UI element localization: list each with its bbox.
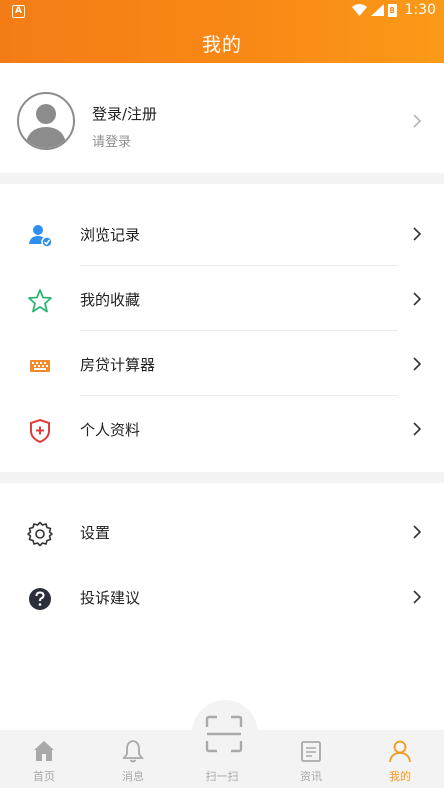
battery-icon: 8: [387, 3, 397, 17]
status-badge: A: [12, 5, 25, 18]
avatar-placeholder-icon: [25, 104, 67, 148]
bell-icon: [122, 740, 144, 763]
tab-scan[interactable]: 扫一扫: [178, 715, 266, 788]
avatar[interactable]: [17, 92, 75, 150]
chevron-right-icon: [413, 590, 422, 604]
chevron-right-icon: [413, 422, 422, 436]
header-bar: A 8 1:30 我的: [0, 0, 444, 63]
star-icon: [28, 289, 52, 313]
menu-item-label: 我的收藏: [80, 291, 141, 309]
user-icon: [389, 740, 411, 763]
tab-label: 首页: [33, 770, 55, 783]
menu-item-history[interactable]: 浏览记录: [0, 202, 444, 266]
section-divider: [0, 173, 444, 184]
calculator-icon: [30, 360, 50, 372]
menu-item-label: 房贷计算器: [80, 356, 156, 374]
tab-label: 我的: [389, 770, 411, 783]
status-bar: A 8 1:30: [0, 0, 444, 24]
chevron-right-icon: [413, 227, 422, 241]
login-subtitle: 请登录: [92, 135, 132, 150]
tab-label: 消息: [122, 770, 144, 783]
login-title: 登录/注册: [92, 105, 158, 123]
tab-bar: 首页 消息 扫一扫 资讯 我的: [0, 715, 444, 788]
menu-item-mortgage-calculator[interactable]: 房贷计算器: [0, 332, 444, 396]
menu-item-profile[interactable]: 个人资料: [0, 397, 444, 461]
menu-item-label: 设置: [80, 524, 111, 542]
history-user-icon: [29, 225, 53, 248]
page-title: 我的: [201, 34, 242, 56]
chevron-right-icon: [413, 357, 422, 371]
tab-label: 资讯: [300, 770, 322, 783]
news-icon: [301, 741, 321, 762]
status-icons: 8 1:30: [351, 2, 436, 18]
tab-mine[interactable]: 我的: [356, 730, 444, 788]
gear-icon: [27, 521, 53, 547]
menu-item-feedback[interactable]: 投诉建议: [0, 565, 444, 629]
divider: [80, 395, 398, 396]
signal-icon: [370, 4, 384, 16]
battery-level: 8: [389, 5, 395, 15]
tab-home[interactable]: 首页: [0, 730, 88, 788]
menu-item-label: 投诉建议: [80, 589, 141, 607]
chevron-right-icon: [413, 292, 422, 306]
menu-item-label: 个人资料: [80, 421, 141, 439]
chevron-right-icon: [413, 114, 422, 128]
scan-icon: [205, 715, 243, 753]
wifi-icon: [351, 4, 367, 16]
divider: [80, 265, 398, 266]
menu-item-favorites[interactable]: 我的收藏: [0, 267, 444, 331]
tab-label: 扫一扫: [205, 770, 239, 783]
status-time: 1:30: [404, 2, 436, 18]
menu-item-label: 浏览记录: [80, 226, 141, 244]
tab-news[interactable]: 资讯: [267, 730, 355, 788]
home-icon: [34, 741, 54, 761]
section-divider: [0, 472, 444, 483]
divider: [80, 330, 398, 331]
chevron-right-icon: [413, 525, 422, 539]
menu-item-settings[interactable]: 设置: [0, 500, 444, 564]
profile-login-row[interactable]: 登录/注册 请登录: [0, 63, 444, 173]
question-icon: [29, 588, 51, 610]
tab-messages[interactable]: 消息: [89, 730, 177, 788]
shield-plus-icon: [30, 418, 50, 444]
